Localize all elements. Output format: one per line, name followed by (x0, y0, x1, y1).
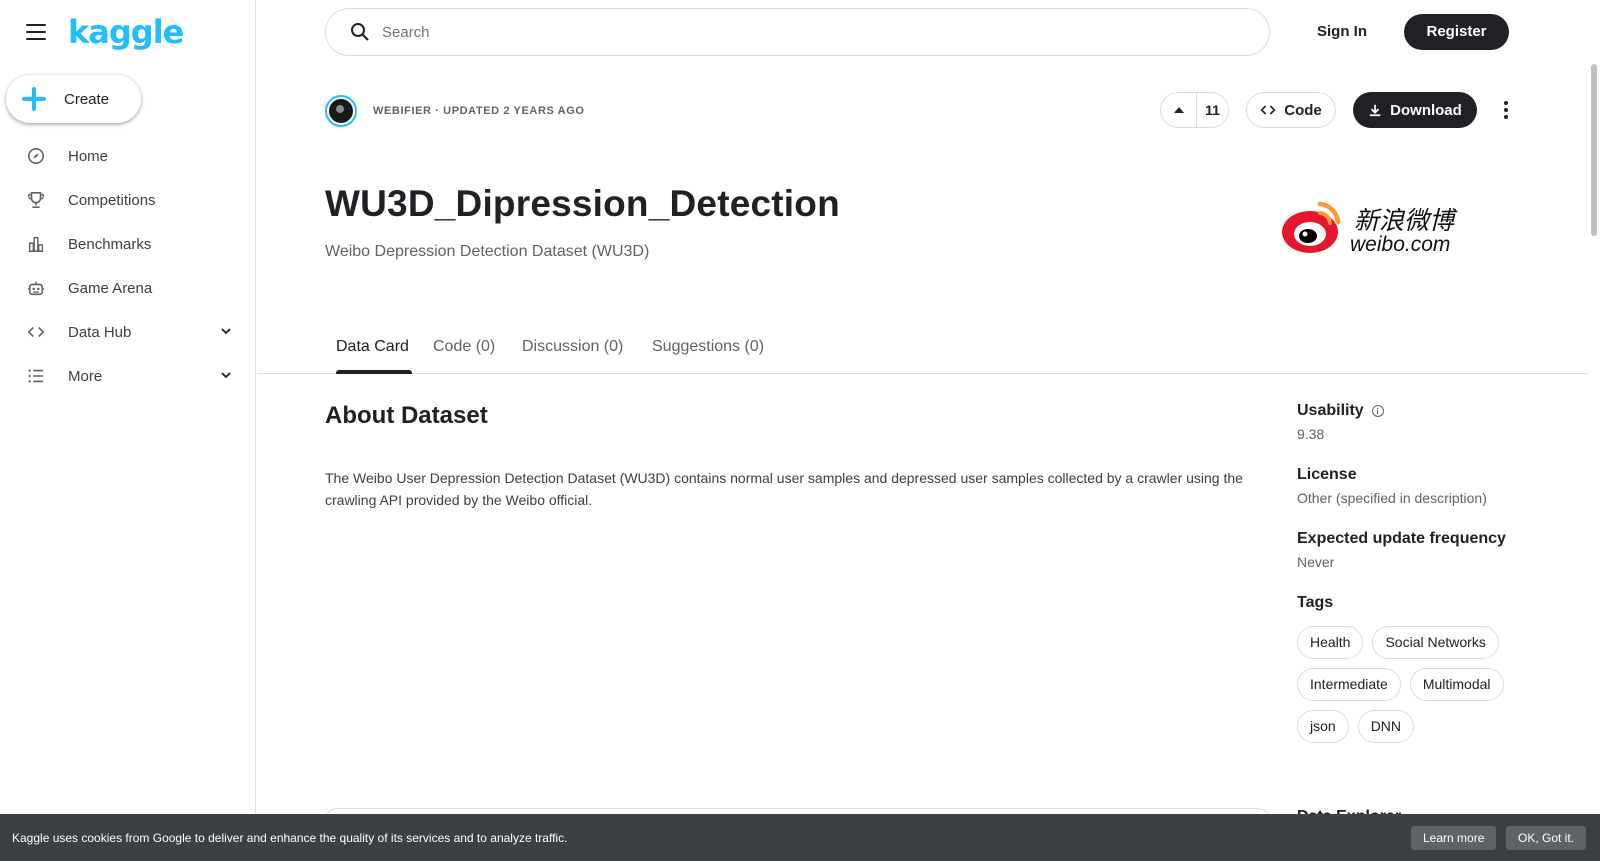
compass-icon (26, 146, 46, 166)
sidebar-item-benchmarks[interactable]: Benchmarks (0, 222, 255, 266)
sidebar: kaggle Create Home Competitions Benchmar… (0, 0, 256, 861)
download-button[interactable]: Download (1353, 92, 1477, 128)
weibo-logo: 新浪微博 weibo.com (1282, 201, 1458, 256)
sidebar-item-home[interactable]: Home (0, 134, 255, 178)
robot-icon (26, 278, 46, 298)
code-icon (26, 322, 46, 342)
search-bar[interactable] (325, 8, 1270, 56)
dataset-subtitle: Weibo Depression Detection Dataset (WU3D… (325, 243, 650, 260)
frequency-label: Expected update frequency (1297, 530, 1506, 547)
search-icon (351, 23, 369, 41)
sidebar-item-competitions[interactable]: Competitions (0, 178, 255, 222)
sidebar-item-data-hub[interactable]: Data Hub (0, 310, 255, 354)
learn-more-button[interactable]: Learn more (1411, 826, 1497, 850)
tab-code[interactable]: Code (0) (433, 338, 495, 356)
sidebar-item-more[interactable]: More (0, 354, 255, 398)
code-button[interactable]: Code (1246, 92, 1336, 128)
sidebar-nav: Home Competitions Benchmarks Game Arena … (0, 134, 255, 398)
main-content: Sign In Register WEBIFIER · UPDATED 2 YE… (257, 0, 1600, 861)
usability-label: Usability (1297, 402, 1364, 419)
avatar[interactable] (325, 95, 357, 127)
more-options-icon[interactable] (1494, 98, 1518, 122)
owner-row: WEBIFIER · UPDATED 2 YEARS AGO (325, 95, 585, 127)
info-icon[interactable] (1371, 405, 1384, 417)
tag-list: Health Social Networks Intermediate Mult… (1297, 626, 1527, 743)
chevron-down-icon[interactable] (219, 368, 233, 382)
sidebar-item-label: Benchmarks (68, 235, 152, 253)
tag-chip[interactable]: Multimodal (1409, 668, 1504, 701)
hamburger-menu-icon[interactable] (26, 24, 46, 40)
frequency-value: Never (1297, 554, 1335, 570)
vote-count[interactable]: 11 (1197, 102, 1228, 118)
license-value: Other (specified in description) (1297, 490, 1487, 506)
scrollbar[interactable] (1588, 0, 1600, 861)
active-tab-indicator (336, 370, 412, 374)
sidebar-item-game-arena[interactable]: Game Arena (0, 266, 255, 310)
sidebar-item-label: Data Hub (68, 323, 132, 341)
weibo-logo-en: weibo.com (1350, 233, 1450, 256)
download-icon (1369, 104, 1381, 117)
cookie-banner: Kaggle uses cookies from Google to deliv… (0, 814, 1600, 861)
sidebar-item-label: More (68, 367, 103, 385)
list-icon (26, 366, 46, 386)
arrow-up-icon (1173, 107, 1184, 113)
kaggle-logo[interactable]: kaggle (68, 13, 184, 51)
bar-chart-icon (26, 234, 46, 254)
about-text: The Weibo User Depression Detection Data… (325, 470, 1243, 508)
sidebar-item-label: Competitions (68, 191, 156, 209)
logo-row: kaggle (0, 0, 255, 64)
dataset-title: WU3D_Dipression_Detection (325, 183, 840, 224)
scrollbar-thumb[interactable] (1591, 64, 1597, 236)
sidebar-item-label: Home (68, 147, 109, 165)
tab-data-card[interactable]: Data Card (336, 338, 409, 356)
usability-value: 9.38 (1297, 426, 1325, 442)
create-label: Create (64, 90, 110, 108)
code-icon (1260, 105, 1276, 115)
tag-chip[interactable]: Health (1297, 626, 1364, 659)
chevron-down-icon[interactable] (219, 324, 233, 338)
about-title: About Dataset (325, 402, 488, 429)
sidebar-item-label: Game Arena (68, 279, 153, 297)
usability-heading: Usability (1297, 402, 1557, 420)
download-button-label: Download (1390, 101, 1462, 119)
tag-chip[interactable]: json (1297, 710, 1349, 743)
upvote-button[interactable] (1161, 93, 1197, 127)
tab-discussion[interactable]: Discussion (0) (522, 338, 623, 356)
license-label: License (1297, 466, 1357, 483)
sign-in-button[interactable]: Sign In (1317, 14, 1367, 50)
upvote-control: 11 (1160, 92, 1229, 128)
tags-label: Tags (1297, 594, 1334, 611)
code-button-label: Code (1284, 101, 1322, 119)
metadata-panel: Usability 9.38 License Other (specified … (1297, 402, 1557, 743)
weibo-logo-cn: 新浪微博 (1354, 206, 1458, 235)
register-button[interactable]: Register (1404, 14, 1509, 50)
tag-chip[interactable]: DNN (1357, 710, 1415, 743)
cookie-text: Kaggle uses cookies from Google to deliv… (12, 830, 568, 845)
tag-chip[interactable]: Social Networks (1372, 626, 1499, 659)
tab-suggestions[interactable]: Suggestions (0) (652, 338, 764, 356)
trophy-icon (26, 190, 46, 210)
owner-updated-text[interactable]: WEBIFIER · UPDATED 2 YEARS AGO (373, 105, 585, 117)
search-input[interactable] (382, 23, 1182, 41)
tab-bar: Data Card Code (0) Discussion (0) Sugges… (257, 320, 1588, 374)
ok-got-it-button[interactable]: OK, Got it. (1506, 826, 1587, 850)
create-button[interactable]: Create (6, 75, 141, 123)
plus-icon (22, 87, 46, 111)
tag-chip[interactable]: Intermediate (1297, 668, 1401, 701)
